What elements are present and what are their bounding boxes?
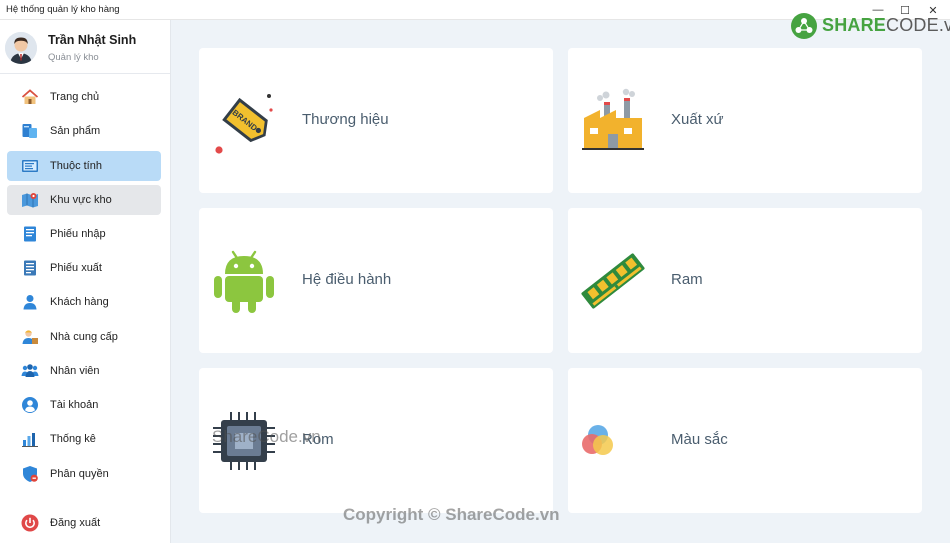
- factory-icon: [582, 88, 644, 150]
- sidebar-item-nhan-vien[interactable]: Nhân viên: [7, 356, 161, 386]
- logo-main-text: SHARE: [822, 15, 887, 35]
- avatar: [5, 32, 37, 64]
- sidebar-item-nha-cung-cap[interactable]: Nhà cung cấp: [7, 322, 161, 352]
- card-he-dieu-hanh[interactable]: Hệ điều hành: [199, 208, 553, 353]
- account-icon: [22, 397, 38, 413]
- permission-shield-icon: [23, 466, 38, 482]
- sidebar: Trần Nhật Sinh Quản lý kho Trang chủ Sản…: [0, 20, 171, 543]
- import-slip-icon: [24, 226, 36, 242]
- sidebar-item-phieu-nhap[interactable]: Phiếu nhập: [7, 219, 161, 249]
- sidebar-item-label: Khu vực kho: [50, 194, 112, 206]
- window-title: Hệ thống quản lý kho hàng: [6, 4, 120, 15]
- sidebar-item-label: Phiếu nhập: [50, 228, 106, 240]
- power-icon: [21, 514, 39, 532]
- sidebar-item-label: Tài khoản: [50, 399, 99, 411]
- user-role: Quản lý kho: [48, 52, 99, 63]
- brand-tag-icon: BRAND: [215, 94, 273, 154]
- watermark-copyright: Copyright © ShareCode.vn: [343, 505, 560, 524]
- card-label: Thương hiệu: [302, 111, 389, 128]
- attribute-icon: [22, 160, 38, 172]
- sidebar-item-label: Phân quyền: [50, 468, 109, 480]
- sidebar-item-label: Thuộc tính: [50, 160, 102, 172]
- sidebar-item-label: Nhà cung cấp: [50, 331, 118, 343]
- card-mau-sac[interactable]: Màu sắc: [568, 368, 922, 513]
- statistics-icon: [22, 433, 38, 447]
- sidebar-item-label: Trang chủ: [50, 91, 100, 103]
- sidebar-item-label: Nhân viên: [50, 365, 100, 377]
- warehouse-map-icon: [22, 193, 38, 208]
- sidebar-item-thong-ke[interactable]: Thống kê: [7, 424, 161, 454]
- sidebar-item-label: Thống kê: [50, 433, 96, 445]
- card-label: Ram: [671, 271, 703, 288]
- sidebar-item-thuoc-tinh[interactable]: Thuộc tính: [7, 151, 161, 181]
- ram-stick-icon: [581, 253, 645, 309]
- sidebar-item-khu-vuc-kho[interactable]: Khu vực kho: [7, 185, 161, 215]
- sidebar-item-khach-hang[interactable]: Khách hàng: [7, 287, 161, 317]
- logo-tail-text: CODE.vn: [886, 15, 950, 35]
- sharecode-logo: SHARECODE.vn: [790, 12, 950, 42]
- sidebar-item-label: Khách hàng: [50, 296, 109, 308]
- product-icon: [22, 124, 37, 138]
- card-label: Hệ điều hành: [302, 271, 392, 288]
- home-icon: [21, 89, 39, 104]
- logout-button[interactable]: Đăng xuất: [7, 508, 161, 538]
- card-thuong-hieu[interactable]: BRAND Thương hiệu: [199, 48, 553, 193]
- card-ram[interactable]: Ram: [568, 208, 922, 353]
- staff-icon: [21, 364, 39, 377]
- card-label: Xuất xứ: [671, 111, 724, 128]
- card-label: Màu sắc: [671, 431, 728, 448]
- logout-label: Đăng xuất: [50, 517, 101, 529]
- user-name: Trần Nhật Sinh: [48, 33, 137, 47]
- sidebar-item-phan-quyen[interactable]: Phân quyền: [7, 459, 161, 489]
- card-xuat-xu[interactable]: Xuất xứ: [568, 48, 922, 193]
- supplier-icon: [22, 330, 38, 344]
- sharecode-logo-icon: [791, 13, 817, 39]
- sidebar-item-tai-khoan[interactable]: Tài khoản: [7, 390, 161, 420]
- main-content: BRAND Thương hiệu Xuất xứ Hệ điều hành R…: [171, 20, 950, 543]
- sidebar-item-trang-chu[interactable]: Trang chủ: [7, 82, 161, 112]
- user-profile: Trần Nhật Sinh Quản lý kho: [0, 20, 170, 74]
- sidebar-item-phieu-xuat[interactable]: Phiếu xuất: [7, 253, 161, 283]
- android-icon: [214, 250, 274, 313]
- sidebar-item-san-pham[interactable]: Sản phẩm: [7, 116, 161, 146]
- sidebar-item-label: Phiếu xuất: [50, 262, 102, 274]
- color-circles-icon: [582, 425, 613, 455]
- sidebar-item-label: Sản phẩm: [50, 125, 101, 137]
- watermark-center: ShareCode.vn: [212, 427, 321, 446]
- customer-icon: [23, 295, 37, 310]
- export-slip-icon: [24, 260, 36, 276]
